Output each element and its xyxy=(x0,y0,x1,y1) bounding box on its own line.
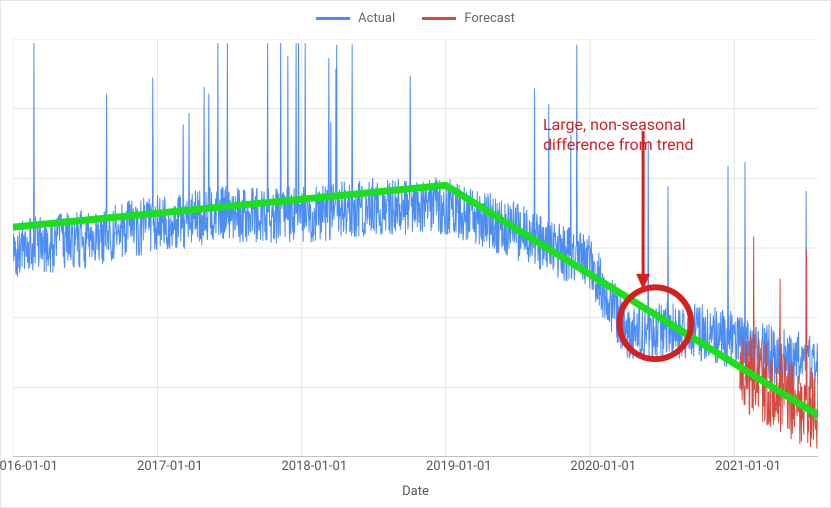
annotation-line1: Large, non-seasonal xyxy=(543,115,686,134)
plot-area: Large, non-seasonal difference from tren… xyxy=(13,39,818,457)
x-axis-title: Date xyxy=(1,484,830,499)
x-tick: 2019-01-01 xyxy=(426,459,492,474)
x-tick: 2021-01-01 xyxy=(715,459,781,474)
legend-item-forecast: Forecast xyxy=(422,11,514,26)
legend-label-actual: Actual xyxy=(358,11,395,26)
legend-label-forecast: Forecast xyxy=(464,11,514,26)
x-tick: 2017-01-01 xyxy=(137,459,203,474)
x-axis-ticks: 2016-01-012017-01-012018-01-012019-01-01… xyxy=(13,459,818,477)
legend-item-actual: Actual xyxy=(316,11,395,26)
legend-swatch-forecast xyxy=(422,17,456,20)
annotation-text: Large, non-seasonal difference from tren… xyxy=(543,115,694,157)
annotation-line2: difference from trend xyxy=(543,135,694,154)
x-tick: 2020-01-01 xyxy=(570,459,636,474)
x-tick: 2018-01-01 xyxy=(281,459,347,474)
chart-container: Actual Forecast Large, non-seasonal diff… xyxy=(0,0,831,508)
legend: Actual Forecast xyxy=(1,9,830,26)
overlay-layer xyxy=(13,39,818,457)
x-tick: 2016-01-01 xyxy=(0,459,58,474)
legend-swatch-actual xyxy=(316,17,350,20)
